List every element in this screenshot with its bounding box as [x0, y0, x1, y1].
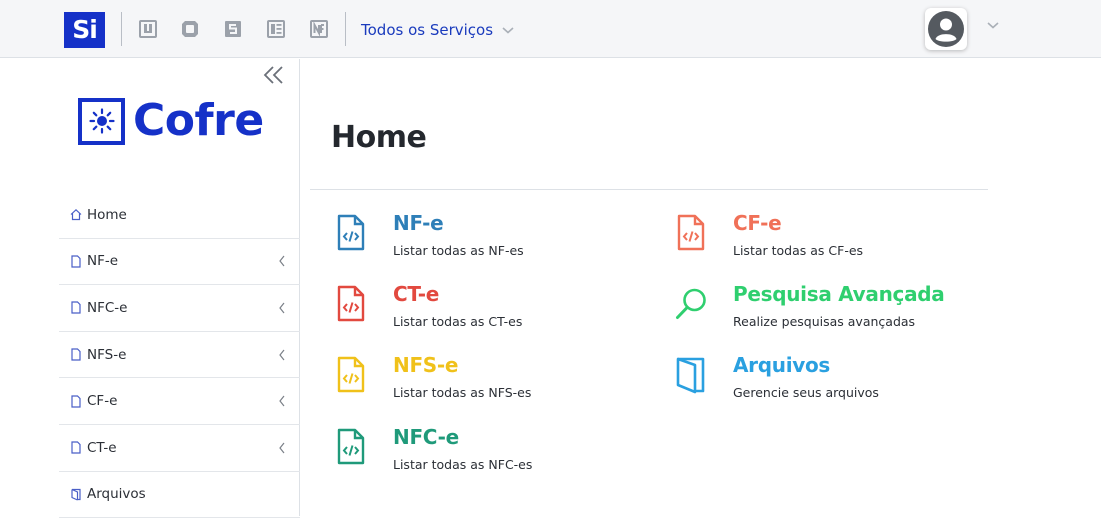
sidebar-item-label: CT-e: [87, 439, 117, 456]
code-file-icon: [337, 428, 365, 465]
app-icon-3[interactable]: [223, 19, 243, 39]
sidebar-item-nfe[interactable]: NF-e: [59, 239, 300, 286]
chevron-left-icon: [279, 256, 285, 267]
card-nfce[interactable]: NFC-e Listar todas as NFC-es: [335, 425, 655, 487]
card-nfse[interactable]: NFS-e Listar todas as NFS-es: [335, 353, 655, 415]
card-title[interactable]: NF-e: [393, 211, 444, 235]
sidebar-item-arquivos[interactable]: Arquivos: [59, 472, 300, 518]
brand-logo: Cofre: [78, 96, 264, 146]
card-subtitle: Listar todas as NFC-es: [393, 457, 533, 472]
document-icon: [71, 301, 81, 315]
brand-logo-mark: [78, 97, 125, 145]
user-avatar-button[interactable]: [925, 8, 967, 50]
top-bar: Si Todos os Serviços: [0, 0, 1101, 58]
collapse-sidebar-icon[interactable]: [262, 64, 286, 86]
home-icon: [70, 209, 82, 221]
sidebar-menu: Home NF-e NFC-e NFS-e CF-e CT-e Arquivos: [59, 192, 300, 518]
card-title[interactable]: Arquivos: [733, 353, 830, 377]
code-file-icon: [677, 214, 705, 251]
all-services-dropdown[interactable]: Todos os Serviços: [361, 21, 493, 39]
code-file-icon: [337, 214, 365, 251]
card-subtitle: Listar todas as NF-es: [393, 243, 524, 258]
document-icon: [71, 395, 81, 408]
avatar-icon: [928, 11, 964, 47]
sidebar-item-label: Home: [87, 206, 127, 223]
sidebar-item-label: NFS-e: [87, 346, 127, 363]
divider: [345, 12, 346, 46]
page-title: Home: [331, 120, 427, 155]
card-nfe[interactable]: NF-e Listar todas as NF-es: [335, 211, 655, 273]
code-file-icon: [337, 356, 365, 393]
chevron-down-icon[interactable]: [501, 25, 515, 35]
card-title[interactable]: Pesquisa Avançada: [733, 282, 945, 306]
chevron-left-icon: [279, 349, 285, 360]
si-logo[interactable]: Si: [64, 12, 105, 48]
document-icon: [71, 255, 81, 268]
card-cfe[interactable]: CF-e Listar todas as CF-es: [675, 211, 995, 273]
app-icon-4[interactable]: [266, 19, 286, 39]
chevron-left-icon: [279, 302, 285, 314]
chevron-down-icon[interactable]: [986, 20, 1000, 30]
sidebar-item-cfe[interactable]: CF-e: [59, 378, 300, 425]
sidebar-item-nfse[interactable]: NFS-e: [59, 332, 300, 379]
sidebar-item-nfce[interactable]: NFC-e: [59, 285, 300, 332]
app-icon-2[interactable]: [180, 19, 200, 39]
card-title[interactable]: NFS-e: [393, 353, 458, 377]
card-subtitle: Realize pesquisas avançadas: [733, 314, 916, 329]
card-cte[interactable]: CT-e Listar todas as CT-es: [335, 282, 655, 344]
card-subtitle: Gerencie seus arquivos: [733, 385, 879, 400]
chevron-left-icon: [279, 395, 285, 407]
card-title[interactable]: CF-e: [733, 211, 782, 235]
brand-name: Cofre: [133, 95, 264, 146]
card-advanced-search[interactable]: Pesquisa Avançada Realize pesquisas avan…: [675, 282, 995, 344]
sidebar-item-label: NFC-e: [87, 299, 128, 316]
search-icon: [676, 288, 706, 319]
card-title[interactable]: NFC-e: [393, 425, 459, 449]
app-icon-1[interactable]: [138, 19, 158, 39]
sidebar-item-cte[interactable]: CT-e: [59, 425, 300, 472]
card-subtitle: Listar todas as CF-es: [733, 243, 864, 258]
folder-icon: [676, 357, 705, 394]
code-file-icon: [337, 285, 365, 322]
card-subtitle: Listar todas as NFS-es: [393, 385, 532, 400]
app-icon-5[interactable]: [309, 19, 329, 39]
card-title[interactable]: CT-e: [393, 282, 439, 306]
chevron-left-icon: [279, 442, 285, 454]
divider: [310, 189, 988, 190]
folder-icon: [71, 488, 81, 501]
sidebar-item-home[interactable]: Home: [59, 192, 300, 239]
sidebar: Cofre Home NF-e NFC-e NFS-e CF-e CT-e Ar…: [0, 59, 300, 518]
document-icon: [71, 348, 81, 361]
sidebar-item-label: CF-e: [87, 393, 118, 410]
card-subtitle: Listar todas as CT-es: [393, 314, 523, 329]
sidebar-item-label: Arquivos: [87, 486, 146, 503]
sun-icon: [88, 108, 115, 134]
card-files[interactable]: Arquivos Gerencie seus arquivos: [675, 353, 995, 415]
sidebar-item-label: NF-e: [87, 253, 119, 270]
document-icon: [71, 441, 81, 454]
divider: [121, 12, 122, 46]
